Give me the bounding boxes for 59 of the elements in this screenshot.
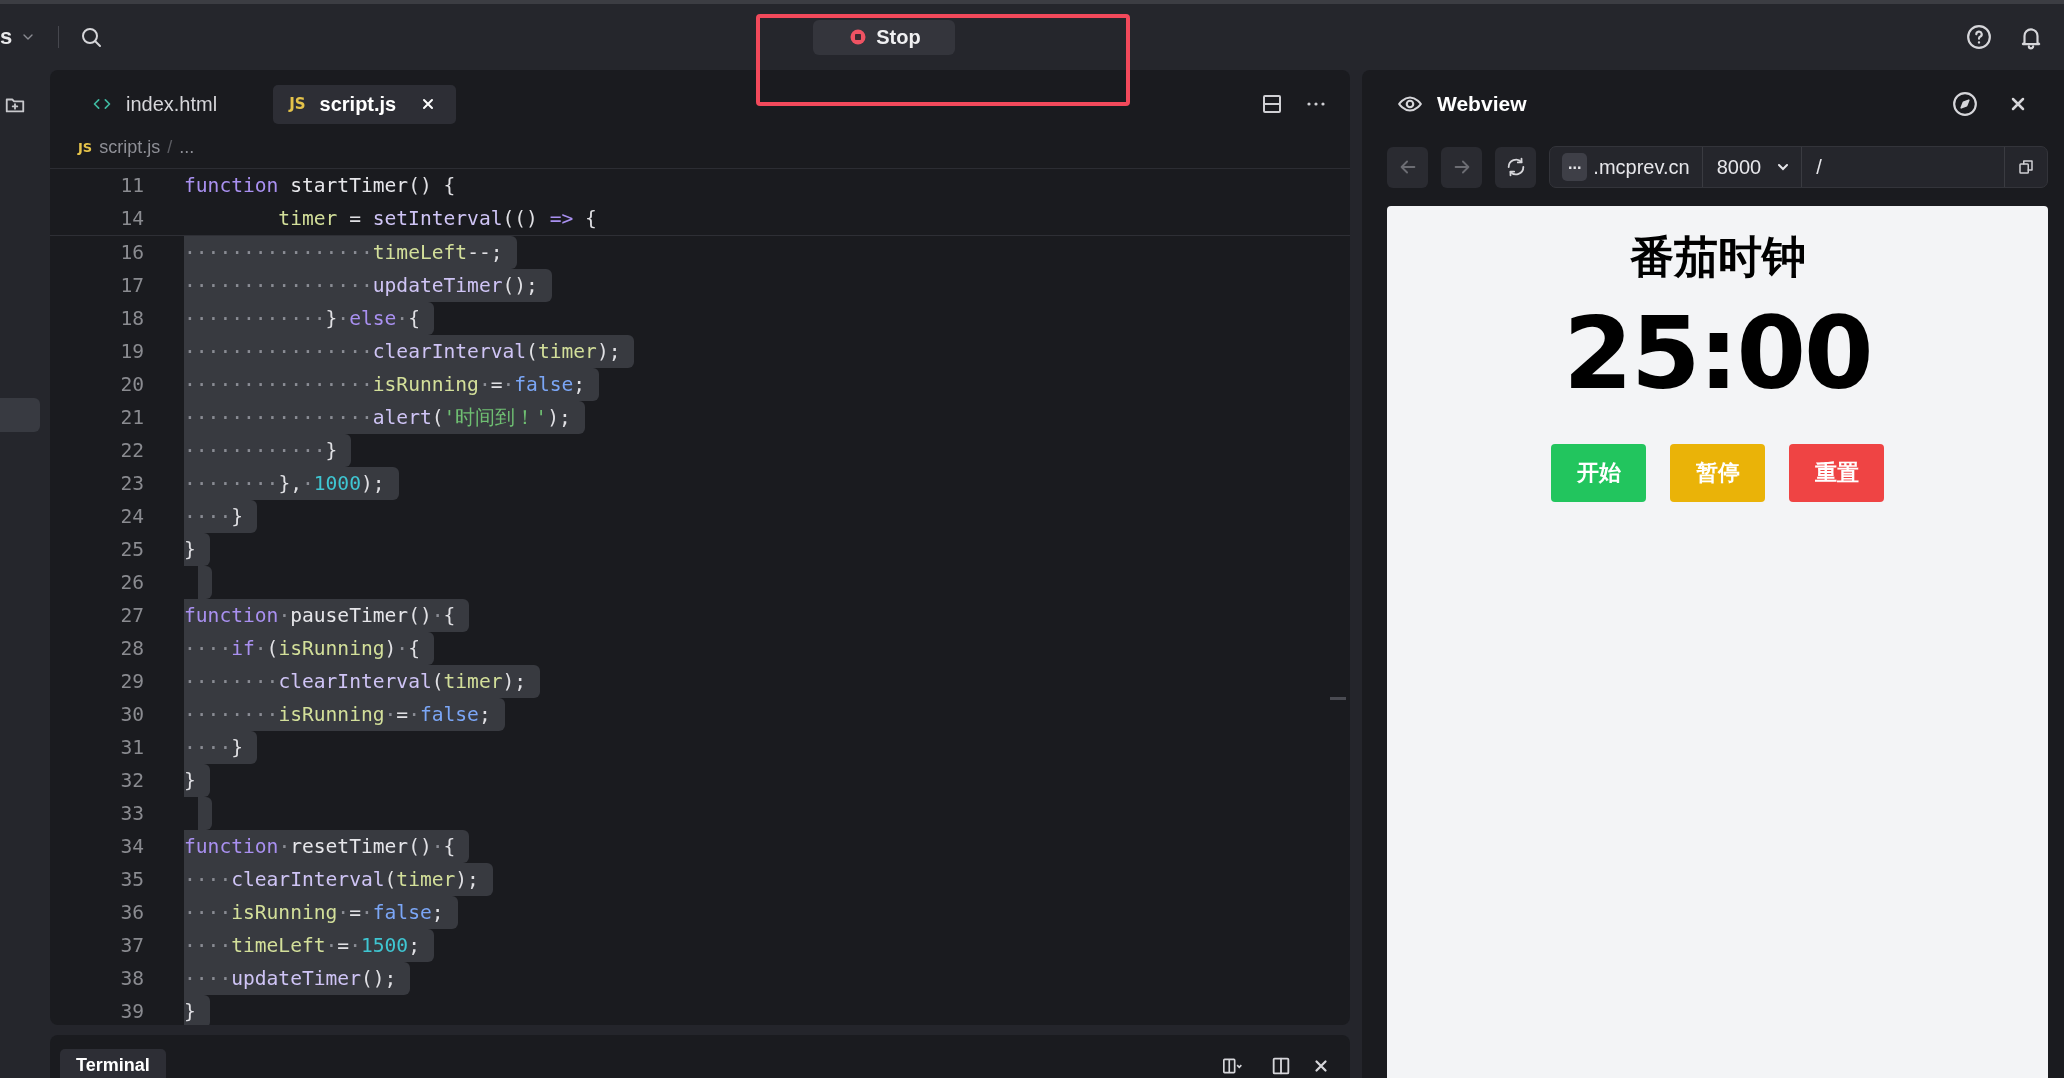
js-file-icon: JS (289, 95, 306, 113)
host-text: .mcprev.cn (1593, 147, 1703, 187)
file-tab[interactable]: JS script.js (273, 84, 457, 124)
path-text: / (1815, 155, 1823, 179)
line-number: 38 (119, 966, 144, 992)
copy-icon[interactable] (2017, 158, 2035, 176)
file-tab[interactable]: index.html (76, 84, 234, 124)
line-number: 31 (119, 735, 144, 761)
code-line: function startTimer() { (184, 173, 457, 199)
code-line: timer = setInterval(() => { (277, 206, 598, 232)
line-number: 39 (119, 999, 144, 1025)
stop-icon (849, 28, 868, 46)
close-icon[interactable] (1312, 1057, 1330, 1075)
line-number: 36 (119, 900, 144, 926)
line-number: 16 (119, 240, 144, 266)
line-number: 17 (119, 273, 144, 299)
port-dropdown[interactable]: 8000 (1702, 147, 1803, 187)
line-number: 23 (119, 471, 144, 497)
line-number: 27 (119, 603, 144, 629)
split-panel-icon[interactable] (1270, 1055, 1292, 1077)
line-number: 20 (119, 372, 144, 398)
breadcrumb-separator: / (167, 136, 173, 158)
line-number: 19 (119, 339, 144, 365)
line-number: 35 (119, 867, 144, 893)
stop-button[interactable]: Stop (813, 19, 955, 55)
back-button[interactable] (1387, 146, 1428, 188)
js-file-icon: JS (78, 139, 93, 155)
line-number: 29 (119, 669, 144, 695)
line-number: 21 (119, 405, 144, 431)
scroll-marker (1330, 697, 1346, 700)
line-number: 18 (119, 306, 144, 332)
terminal-tab[interactable]: Terminal (60, 1049, 166, 1078)
line-number: 24 (119, 504, 144, 530)
line-number: 11 (119, 173, 144, 199)
compass-icon[interactable] (1952, 91, 1978, 117)
line-number: 37 (119, 933, 144, 959)
line-number: 32 (119, 768, 144, 794)
line-number: 22 (119, 438, 144, 464)
address-bar[interactable]: ... .mcprev.cn 8000 / (1549, 146, 2048, 188)
breadcrumb-item[interactable]: ... (179, 136, 195, 158)
line-number: 28 (119, 636, 144, 662)
page-heading: 番茄时钟 (1629, 230, 1806, 284)
workspace-name[interactable]: s (0, 24, 13, 50)
line-number: 34 (119, 834, 144, 860)
timer-button[interactable]: 重置 (1789, 444, 1884, 502)
help-icon[interactable] (1966, 24, 1992, 50)
line-number: 26 (119, 570, 144, 596)
forward-button[interactable] (1441, 146, 1482, 188)
line-number: 30 (119, 702, 144, 728)
search-icon[interactable] (79, 25, 104, 49)
panel-title: Webview (1437, 92, 1527, 116)
timer-display: 25:00 (1563, 295, 1872, 412)
line-number: 25 (119, 537, 144, 563)
reload-button[interactable] (1495, 146, 1536, 188)
breadcrumb-item[interactable]: script.js (99, 136, 161, 158)
line-number: 33 (119, 801, 144, 827)
line-number: 14 (119, 206, 144, 232)
host-prefix-button[interactable]: ... (1562, 153, 1588, 181)
split-editor-icon[interactable] (1260, 92, 1284, 116)
